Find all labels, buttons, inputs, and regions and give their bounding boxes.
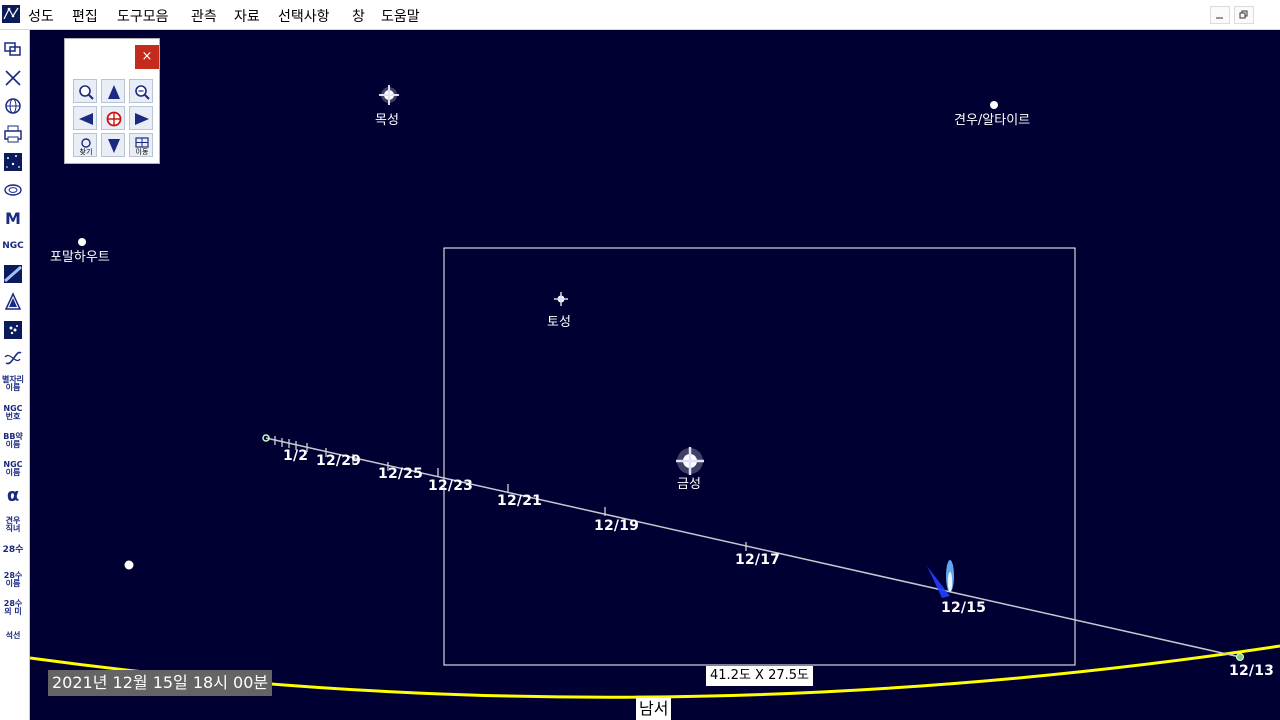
menu-constellation[interactable]: 성도 <box>28 6 54 26</box>
saturn-label: 토성 <box>547 315 571 330</box>
left-toolbar: M NGC 별자리 이름 NGC 번호 BB약 이름 NGC 이름 α 견우 직… <box>0 30 30 720</box>
star <box>124 560 134 570</box>
menu-toolbars[interactable]: 도구모음 <box>117 6 169 26</box>
pan-right-button[interactable] <box>129 106 153 130</box>
star-field-icon[interactable] <box>2 151 24 173</box>
pan-up-button[interactable] <box>101 79 125 103</box>
star-cluster-icon[interactable] <box>2 319 24 341</box>
ecliptic-icon[interactable] <box>2 347 24 369</box>
seokseon-button[interactable]: 석선 <box>1 632 25 640</box>
fomalhaut-star <box>78 238 86 246</box>
path-date-label: 12/17 <box>735 552 781 568</box>
path-date-label: 12/25 <box>378 466 424 482</box>
zoom-in-icon <box>79 85 94 100</box>
move-button[interactable]: 이동 <box>129 133 153 157</box>
venus-label: 금성 <box>677 477 701 492</box>
path-date-label: 1/2 <box>283 448 309 464</box>
28-mansions-names-button[interactable]: 28수 이름 <box>1 572 25 588</box>
gyeonu-jiknyeo-button[interactable]: 견우 직녀 <box>1 517 25 533</box>
messier-button[interactable]: M <box>1 210 25 228</box>
field-of-view-display: 41.2도 X 27.5도 <box>706 666 813 686</box>
path-end-marker <box>1236 653 1244 661</box>
greek-letter-button[interactable]: α <box>1 486 25 506</box>
path-date-label: 12/15 <box>941 600 987 616</box>
navigation-panel: × 찾기 이동 <box>64 38 160 164</box>
crosshair-icon[interactable] <box>2 67 24 89</box>
pan-down-icon <box>108 139 120 153</box>
minimize-button[interactable] <box>1210 6 1230 24</box>
saturn-icon <box>554 292 568 306</box>
galaxy-icon[interactable] <box>2 179 24 201</box>
menu-data[interactable]: 자료 <box>234 6 260 26</box>
jupiter-label: 목성 <box>375 113 399 128</box>
28-mansions-button[interactable]: 28수 <box>1 546 25 555</box>
globe-icon[interactable] <box>2 95 24 117</box>
menu-options[interactable]: 선택사항 <box>278 6 330 26</box>
milky-way-icon[interactable] <box>2 263 24 285</box>
zoom-out-button[interactable] <box>129 79 153 103</box>
path-date-label: 12/19 <box>594 518 640 534</box>
app-logo-icon[interactable] <box>2 5 20 23</box>
center-button[interactable] <box>101 106 125 130</box>
path-date-label: 12/29 <box>316 453 362 469</box>
28-mansions-meaning-button[interactable]: 28수 의 미 <box>1 600 25 616</box>
path-date-label: 12/21 <box>497 493 543 509</box>
bb-name-button[interactable]: BB약 이름 <box>1 433 25 449</box>
minimize-icon <box>1216 17 1223 19</box>
zoom-out-icon <box>135 85 150 100</box>
pan-right-icon <box>135 113 149 125</box>
altair-label: 견우/알타이르 <box>954 113 1031 128</box>
nebula-icon[interactable] <box>2 291 24 313</box>
restore-icon <box>1239 10 1248 19</box>
direction-display: 남서 <box>636 698 672 720</box>
menu-help[interactable]: 도움말 <box>381 6 420 26</box>
menu-observe[interactable]: 관측 <box>191 6 217 26</box>
sky-canvas <box>30 85 1280 699</box>
move-label: 이동 <box>135 148 149 156</box>
menu-edit[interactable]: 편집 <box>72 6 98 26</box>
center-target-icon <box>106 111 122 127</box>
print-icon[interactable] <box>2 123 24 145</box>
find-button[interactable]: 찾기 <box>73 133 97 157</box>
altair-star <box>990 101 998 109</box>
ngc-number-button[interactable]: NGC 번호 <box>1 405 25 421</box>
jupiter-icon <box>379 85 399 105</box>
pan-up-icon <box>108 85 120 99</box>
sky-chart[interactable]: 목성 견우/알타이르 포말하우트 토성 금성 1/2 12/29 12/25 1… <box>30 30 1280 720</box>
pan-down-button[interactable] <box>101 133 125 157</box>
path-date-label: 12/13 <box>1229 663 1275 679</box>
nav-close-button[interactable]: × <box>135 45 159 69</box>
ngc-button[interactable]: NGC <box>1 242 25 251</box>
path-date-label: 12/23 <box>428 478 474 494</box>
ngc-name-button[interactable]: NGC 이름 <box>1 461 25 477</box>
constellation-names-button[interactable]: 별자리 이름 <box>1 376 25 392</box>
restore-button[interactable] <box>1234 6 1254 24</box>
find-label: 찾기 <box>79 148 93 156</box>
venus-icon <box>676 447 704 475</box>
zoom-in-button[interactable] <box>73 79 97 103</box>
pan-left-button[interactable] <box>73 106 97 130</box>
constellation-lines-icon[interactable] <box>2 38 24 60</box>
menu-bar: 성도 편집 도구모음 관측 자료 선택사항 창 도움말 <box>0 0 1280 30</box>
datetime-display[interactable]: 2021년 12월 15일 18시 00분 <box>48 670 273 696</box>
pan-left-icon <box>79 113 93 125</box>
menu-window[interactable]: 창 <box>352 6 365 26</box>
fomalhaut-label: 포말하우트 <box>50 250 110 265</box>
